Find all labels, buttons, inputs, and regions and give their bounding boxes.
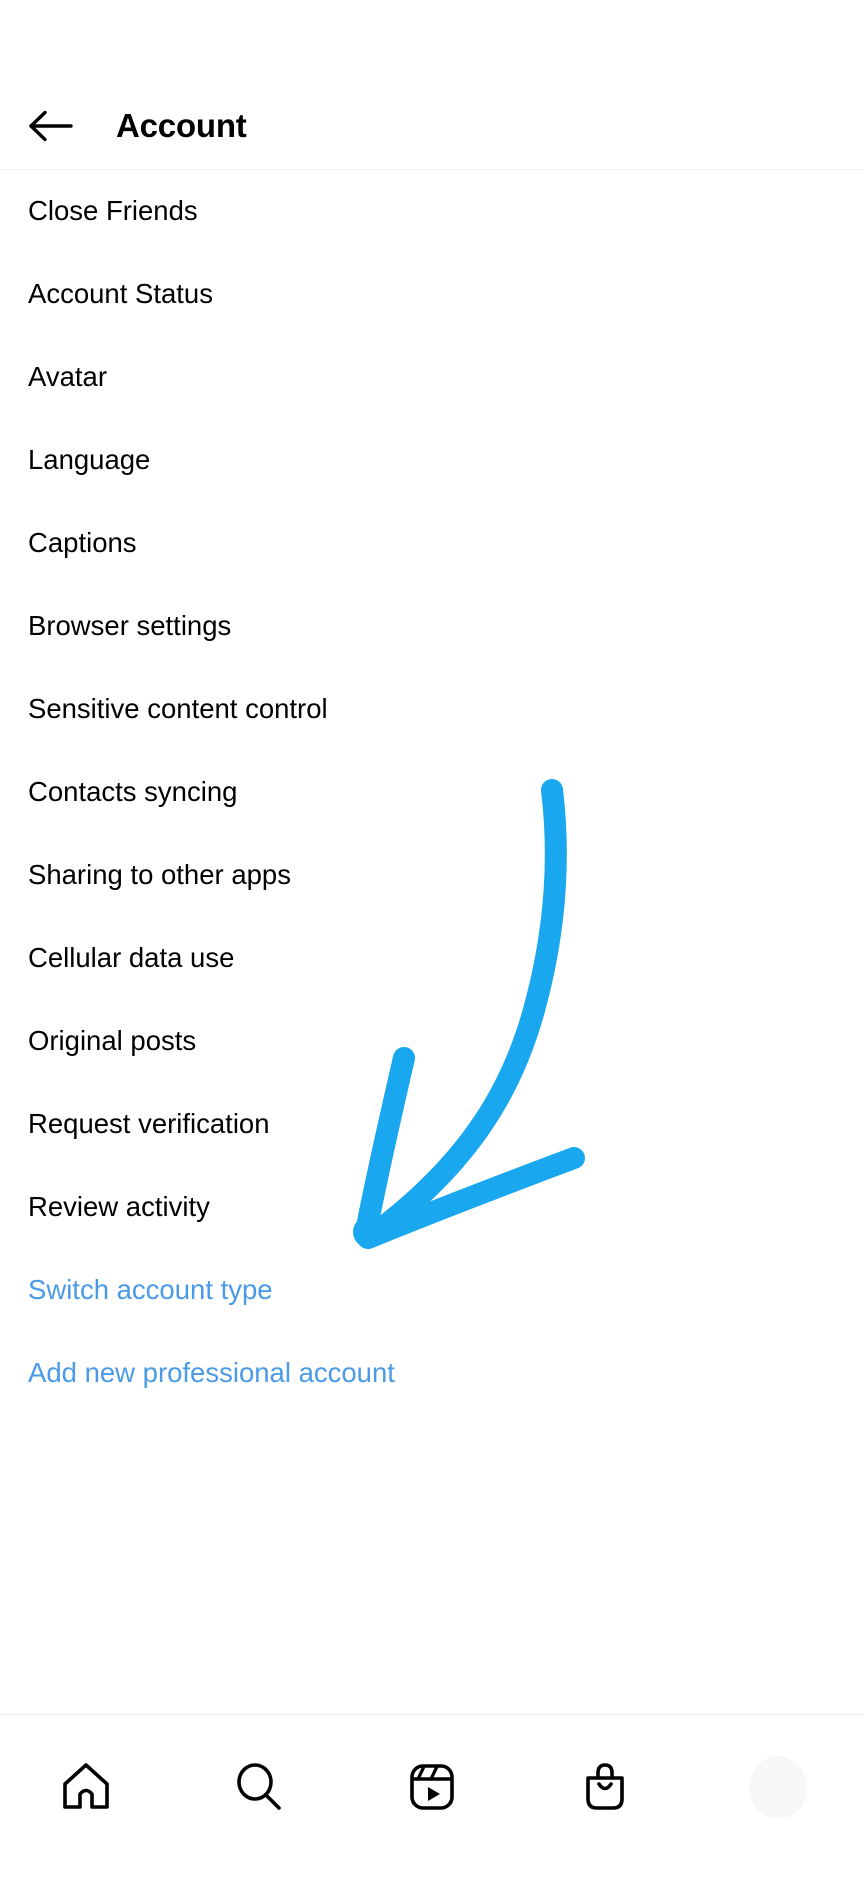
list-item-sensitive-content-control[interactable]: Sensitive content control bbox=[0, 668, 864, 751]
settings-list: Close Friends Account Status Avatar Lang… bbox=[0, 170, 864, 1415]
list-item-captions[interactable]: Captions bbox=[0, 502, 864, 585]
home-icon bbox=[59, 1760, 113, 1814]
list-item-label: Close Friends bbox=[28, 195, 198, 227]
back-button[interactable] bbox=[28, 95, 90, 157]
search-icon bbox=[232, 1760, 286, 1814]
arrow-left-icon bbox=[28, 109, 74, 143]
list-item-label: Contacts syncing bbox=[28, 776, 238, 808]
list-item-label: Switch account type bbox=[28, 1274, 273, 1306]
status-bar-spacer bbox=[0, 0, 864, 82]
list-item-add-new-professional-account[interactable]: Add new professional account bbox=[0, 1332, 864, 1415]
list-item-label: Sharing to other apps bbox=[28, 859, 291, 891]
list-item-label: Review activity bbox=[28, 1191, 210, 1223]
list-item-label: Account Status bbox=[28, 278, 213, 310]
shop-bag-icon bbox=[578, 1760, 632, 1814]
nav-shop[interactable] bbox=[518, 1715, 691, 1845]
page-title: Account bbox=[116, 107, 247, 144]
nav-search[interactable] bbox=[173, 1715, 346, 1845]
list-item-label: Original posts bbox=[28, 1025, 197, 1057]
list-item-close-friends[interactable]: Close Friends bbox=[0, 170, 864, 253]
instagram-account-settings-screen: Account Close Friends Account Status Ava… bbox=[0, 0, 864, 1902]
list-item-label: Avatar bbox=[28, 361, 107, 393]
reels-icon bbox=[405, 1760, 459, 1814]
list-item-label: Captions bbox=[28, 527, 137, 559]
nav-reels[interactable] bbox=[346, 1715, 519, 1845]
list-item-label: Cellular data use bbox=[28, 942, 235, 974]
list-item-browser-settings[interactable]: Browser settings bbox=[0, 585, 864, 668]
list-item-review-activity[interactable]: Review activity bbox=[0, 1166, 864, 1249]
list-item-request-verification[interactable]: Request verification bbox=[0, 1083, 864, 1166]
list-item-label: Browser settings bbox=[28, 610, 232, 642]
list-item-switch-account-type[interactable]: Switch account type bbox=[0, 1249, 864, 1332]
list-item-label: Add new professional account bbox=[28, 1357, 395, 1389]
list-item-label: Sensitive content control bbox=[28, 693, 328, 725]
list-item-avatar[interactable]: Avatar bbox=[0, 336, 864, 419]
list-item-sharing-to-other-apps[interactable]: Sharing to other apps bbox=[0, 834, 864, 917]
screen-header: Account bbox=[0, 82, 864, 170]
list-item-contacts-syncing[interactable]: Contacts syncing bbox=[0, 751, 864, 834]
bottom-navigation-bar bbox=[0, 1714, 864, 1902]
list-item-language[interactable]: Language bbox=[0, 419, 864, 502]
profile-avatar-icon bbox=[748, 1756, 807, 1818]
nav-profile[interactable] bbox=[691, 1715, 864, 1845]
list-item-cellular-data-use[interactable]: Cellular data use bbox=[0, 917, 864, 1000]
list-item-label: Language bbox=[28, 444, 151, 476]
nav-home[interactable] bbox=[0, 1715, 173, 1845]
list-item-original-posts[interactable]: Original posts bbox=[0, 1000, 864, 1083]
list-item-label: Request verification bbox=[28, 1108, 270, 1140]
list-item-account-status[interactable]: Account Status bbox=[0, 253, 864, 336]
